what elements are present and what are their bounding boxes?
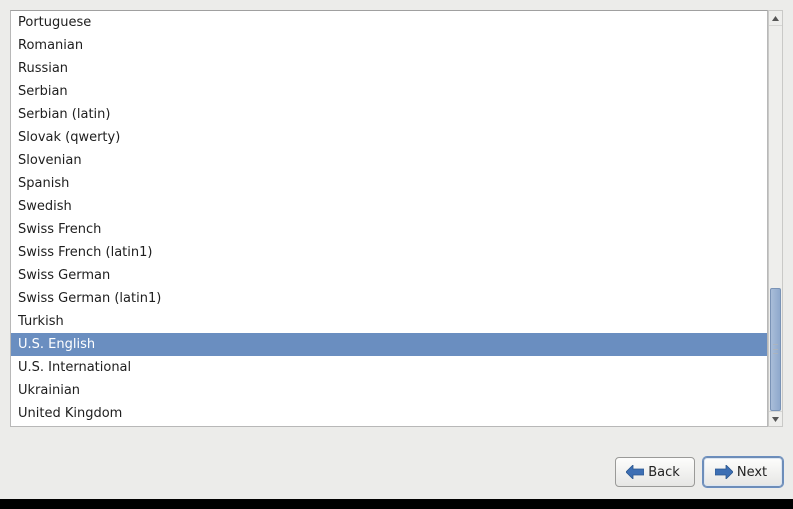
list-item[interactable]: Turkish [11, 310, 767, 333]
list-item[interactable]: Spanish [11, 172, 767, 195]
list-item[interactable]: Swedish [11, 195, 767, 218]
list-item[interactable]: Romanian [11, 34, 767, 57]
next-button[interactable]: Next [703, 457, 783, 487]
list-item[interactable]: Russian [11, 57, 767, 80]
arrow-right-icon [715, 465, 733, 479]
list-item[interactable]: Portuguese [11, 11, 767, 34]
next-button-label: Next [737, 465, 767, 480]
scrollbar-vertical[interactable] [768, 10, 783, 427]
back-button-label: Back [648, 465, 680, 480]
list-item[interactable]: U.S. International [11, 356, 767, 379]
list-item[interactable]: Swiss German [11, 264, 767, 287]
list-item[interactable]: Slovak (qwerty) [11, 126, 767, 149]
keyboard-layout-pane: PortugueseRomanianRussianSerbianSerbian … [10, 10, 783, 427]
list-item[interactable]: Serbian (latin) [11, 103, 767, 126]
list-item[interactable]: Swiss German (latin1) [11, 287, 767, 310]
list-item[interactable]: United Kingdom [11, 402, 767, 425]
scroll-thumb[interactable] [770, 288, 781, 411]
list-item[interactable]: Serbian [11, 80, 767, 103]
arrow-left-icon [626, 465, 644, 479]
list-item[interactable]: Slovenian [11, 149, 767, 172]
keyboard-layout-list[interactable]: PortugueseRomanianRussianSerbianSerbian … [10, 10, 768, 427]
scroll-down-button[interactable] [769, 411, 782, 426]
wizard-button-row: Back Next [615, 457, 783, 487]
scroll-up-button[interactable] [769, 11, 782, 26]
list-item[interactable]: Ukrainian [11, 379, 767, 402]
scroll-track[interactable] [769, 26, 782, 411]
list-item[interactable]: U.S. English [11, 333, 767, 356]
back-button[interactable]: Back [615, 457, 695, 487]
list-item[interactable]: Swiss French [11, 218, 767, 241]
footer-bar [0, 499, 793, 509]
list-item[interactable]: Swiss French (latin1) [11, 241, 767, 264]
